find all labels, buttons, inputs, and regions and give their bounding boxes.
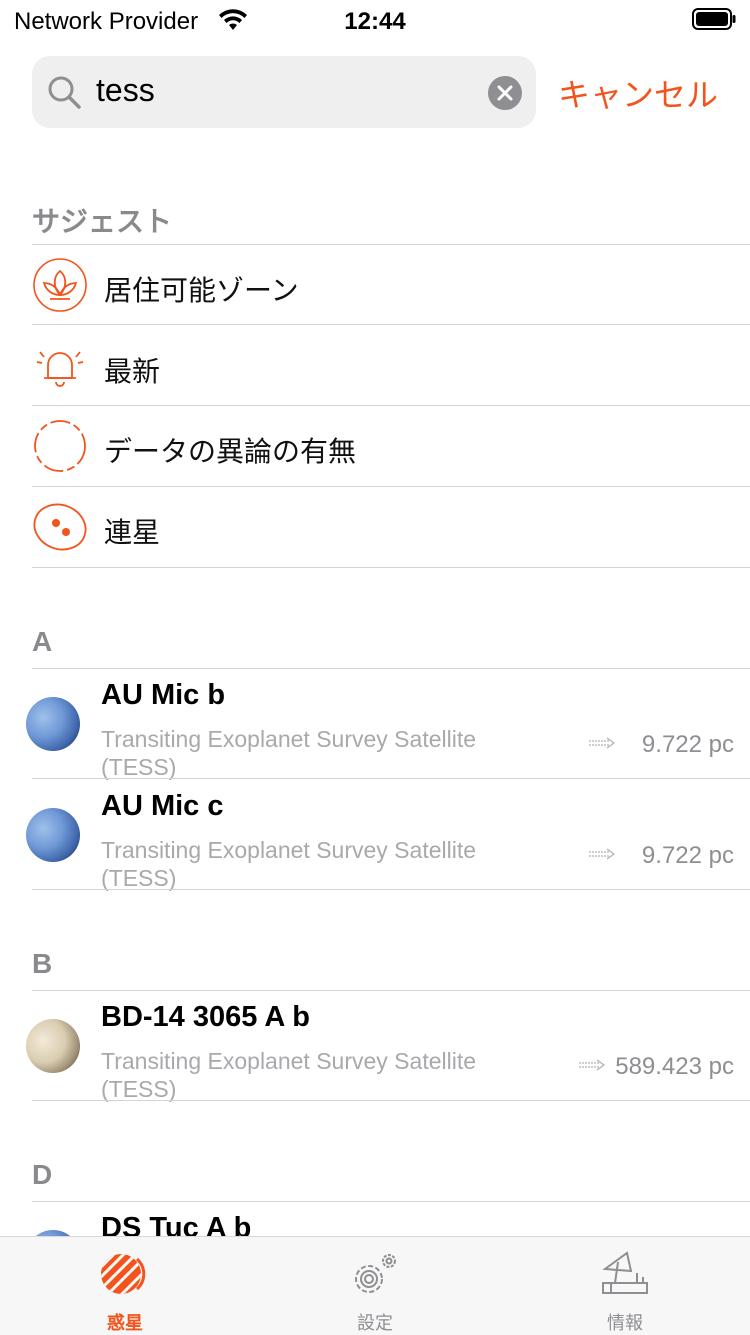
arrow-icon xyxy=(589,737,616,749)
planet-distance: 9.722 pc xyxy=(641,842,734,869)
tab-info[interactable]: 情報 xyxy=(500,1237,750,1335)
planet-thumbnail xyxy=(26,1019,80,1073)
divider xyxy=(32,1100,750,1101)
leaf-icon xyxy=(33,258,87,312)
arrow-icon xyxy=(579,1059,606,1071)
clock: 12:44 xyxy=(344,8,406,35)
section-header-b: B xyxy=(32,948,53,979)
suggestion-label: 居住可能ゾーン xyxy=(104,275,299,306)
tab-settings[interactable]: 設定 xyxy=(250,1237,500,1335)
search-input[interactable]: tess xyxy=(32,56,536,128)
suggestion-label: 連星 xyxy=(104,517,161,548)
dashed-circle-icon xyxy=(34,420,86,472)
planet-distance: 589.423 pc xyxy=(615,1053,734,1080)
tab-label: 設定 xyxy=(357,1313,393,1333)
divider xyxy=(32,778,750,779)
clear-search-button[interactable] xyxy=(488,76,522,110)
suggestion-label: データの異論の有無 xyxy=(104,436,357,467)
suggestion-label: 最新 xyxy=(104,356,161,387)
divider xyxy=(32,567,750,568)
planet-name: AU Mic c xyxy=(101,790,224,822)
arrow-icon xyxy=(589,848,616,860)
close-icon xyxy=(497,85,513,101)
satellite-dish-icon xyxy=(602,1251,648,1294)
cancel-button[interactable]: キャンセル xyxy=(558,70,718,116)
tab-label: 情報 xyxy=(607,1313,643,1333)
planet-row-bd-14-3065-a-b[interactable]: BD-14 3065 A b Transiting Exoplanet Surv… xyxy=(0,991,750,1102)
section-header-d: D xyxy=(32,1159,53,1190)
planet-row-au-mic-b[interactable]: AU Mic b Transiting Exoplanet Survey Sat… xyxy=(0,669,750,780)
divider xyxy=(32,889,750,890)
binary-star-icon xyxy=(33,503,87,551)
planet-thumbnail xyxy=(26,697,80,751)
tab-bar: 惑星 設定 情報 xyxy=(0,1236,750,1335)
planet-name: AU Mic b xyxy=(101,679,226,711)
gear-icon xyxy=(355,1254,396,1293)
planet-mission: Transiting Exoplanet Survey Satellite (T… xyxy=(101,837,477,891)
suggestion-binary-star[interactable]: 連星 xyxy=(32,487,750,567)
battery-icon xyxy=(692,8,736,30)
tab-planets[interactable]: 惑星 xyxy=(0,1237,250,1335)
bell-icon xyxy=(36,351,84,387)
divider xyxy=(32,324,750,325)
tab-label: 惑星 xyxy=(107,1313,143,1333)
suggestion-habitable-zone[interactable]: 居住可能ゾーン xyxy=(32,245,750,325)
suggestions-header: サジェスト xyxy=(32,206,173,237)
suggestion-latest[interactable]: 最新 xyxy=(32,326,750,406)
planet-icon xyxy=(101,1254,146,1294)
status-bar: Network Provider 12:44 xyxy=(0,0,750,42)
planet-mission: Transiting Exoplanet Survey Satellite (T… xyxy=(101,726,477,780)
planet-distance: 9.722 pc xyxy=(641,731,734,758)
search-query[interactable]: tess xyxy=(96,72,155,109)
search-icon xyxy=(48,76,81,109)
planet-thumbnail xyxy=(26,808,80,862)
section-header-a: A xyxy=(32,626,53,657)
planet-mission: Transiting Exoplanet Survey Satellite (T… xyxy=(101,1048,477,1102)
suggestion-data-dispute[interactable]: データの異論の有無 xyxy=(32,406,750,486)
planet-name: BD-14 3065 A b xyxy=(101,1001,310,1033)
planet-row-au-mic-c[interactable]: AU Mic c Transiting Exoplanet Survey Sat… xyxy=(0,780,750,891)
